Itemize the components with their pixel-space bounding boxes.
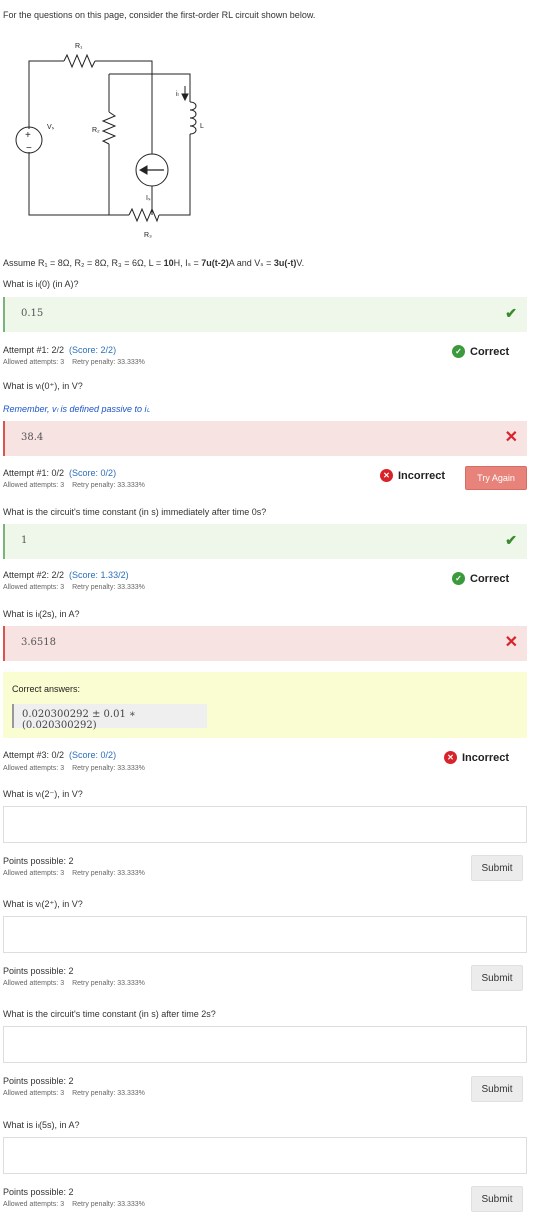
question-3-status: ✓ Correct — [452, 572, 509, 585]
question-5-input[interactable] — [3, 806, 527, 843]
question-6-meta: Allowed attempts: 3 Retry penalty: 33.333… — [3, 980, 145, 987]
question-3-meta: Allowed attempts: 3 Retry penalty: 33.333… — [3, 584, 145, 591]
question-7-input[interactable] — [3, 1026, 527, 1063]
question-2-prompt: What is vₗ(0⁺), in V? — [3, 381, 83, 391]
submit-button[interactable]: Submit — [471, 965, 523, 991]
question-7-meta: Allowed attempts: 3 Retry penalty: 33.333… — [3, 1090, 145, 1097]
question-3-attempt: Attempt #2: 2/2 (Score: 1.33/2) — [3, 570, 129, 580]
cross-icon: ✕ — [504, 429, 518, 446]
question-3-answer-field[interactable]: 1 ✔ — [3, 524, 527, 559]
correct-answers-label: Correct answers: — [12, 684, 81, 694]
submit-button[interactable]: Submit — [471, 1186, 523, 1212]
question-6-prompt: What is vₗ(2⁺), in V? — [3, 899, 83, 909]
try-again-button[interactable]: Try Again — [465, 466, 527, 490]
vs-plus-sign: + — [25, 130, 31, 141]
question-3-prompt: What is the circuit's time constant (in … — [3, 507, 267, 517]
question-5-prompt: What is vₗ(2⁻), in V? — [3, 789, 83, 799]
check-circle-icon: ✓ — [452, 345, 465, 358]
correct-answer-value: 0.020300292 ± 0.01 ∗ (0.020300292) — [12, 704, 207, 731]
question-6-points: Points possible: 2 — [3, 966, 74, 976]
question-7-prompt: What is the circuit's time constant (in … — [3, 1009, 216, 1019]
question-3-answer-value: 1 — [21, 535, 28, 546]
question-6-input[interactable] — [3, 916, 527, 953]
question-8-meta: Allowed attempts: 3 Retry penalty: 33.333… — [3, 1201, 145, 1208]
is-label: Iₛ — [146, 195, 151, 202]
correct-answers-panel: Correct answers: 0.020300292 ± 0.01 ∗ (0… — [3, 672, 527, 738]
question-2-attempt: Attempt #1: 0/2 (Score: 0/2) — [3, 468, 117, 478]
inductor-label: L — [200, 123, 204, 130]
question-5-points: Points possible: 2 — [3, 856, 74, 866]
question-4-status: ✕ Incorrect — [444, 751, 509, 764]
vs-label: Vₛ — [47, 124, 55, 131]
question-7-points: Points possible: 2 — [3, 1076, 74, 1086]
question-4-answer-field[interactable]: 3.6518 ✕ — [3, 626, 527, 661]
question-2-meta: Allowed attempts: 3 Retry penalty: 33.333… — [3, 482, 145, 489]
question-1-attempt: Attempt #1: 2/2 (Score: 2/2) — [3, 345, 117, 355]
r3-label: R₃ — [144, 232, 152, 239]
intro-text: For the questions on this page, consider… — [3, 10, 316, 20]
check-icon: ✔ — [505, 305, 517, 321]
question-4-answer-value: 3.6518 — [21, 637, 56, 648]
question-2-hint: Remember, vₗ is defined passive to iₗ. — [3, 404, 151, 414]
question-4-meta: Allowed attempts: 3 Retry penalty: 33.333… — [3, 765, 145, 772]
vs-minus-sign: − — [26, 143, 32, 154]
r1-label: R₁ — [75, 43, 83, 50]
check-icon: ✔ — [505, 532, 517, 548]
question-8-points: Points possible: 2 — [3, 1187, 74, 1197]
question-1-answer-field[interactable]: 0.15 ✔ — [3, 297, 527, 332]
question-2-answer-field[interactable]: 38.4 ✕ — [3, 421, 527, 456]
question-8-prompt: What is iₗ(5s), in A? — [3, 1120, 80, 1130]
submit-button[interactable]: Submit — [471, 1076, 523, 1102]
question-1-answer-value: 0.15 — [21, 308, 44, 319]
question-8-input[interactable] — [3, 1137, 527, 1174]
question-1-prompt: What is iₗ(0) (in A)? — [3, 279, 79, 289]
x-circle-icon: ✕ — [444, 751, 457, 764]
check-circle-icon: ✓ — [452, 572, 465, 585]
question-1-meta: Allowed attempts: 3 Retry penalty: 33.333… — [3, 359, 145, 366]
cross-icon: ✕ — [504, 634, 518, 651]
question-4-attempt: Attempt #3: 0/2 (Score: 0/2) — [3, 750, 117, 760]
question-1-status: ✓ Correct — [452, 345, 509, 358]
circuit-diagram: R₁ R₂ R₃ Vₛ iₗ L Iₛ + − — [15, 43, 204, 239]
question-2-status: ✕ Incorrect — [380, 469, 445, 482]
il-label: iₗ — [176, 91, 179, 98]
assumptions-text: Assume R₁ = 8Ω, R₂ = 8Ω, R₃ = 6Ω, L = 10… — [3, 258, 305, 268]
question-5-meta: Allowed attempts: 3 Retry penalty: 33.333… — [3, 870, 145, 877]
x-circle-icon: ✕ — [380, 469, 393, 482]
r2-label: R₂ — [92, 127, 100, 134]
question-2-answer-value: 38.4 — [21, 432, 44, 443]
question-4-prompt: What is iₗ(2s), in A? — [3, 609, 80, 619]
submit-button[interactable]: Submit — [471, 855, 523, 881]
